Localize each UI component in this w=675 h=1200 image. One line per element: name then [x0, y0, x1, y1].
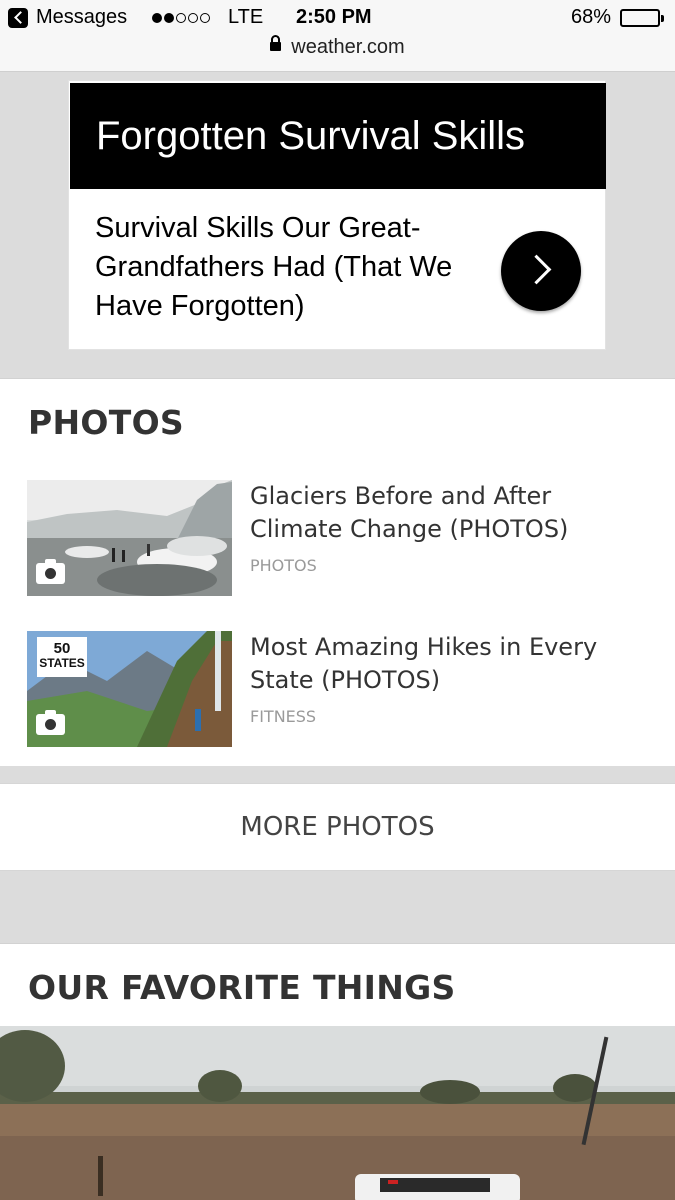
back-arrow-icon[interactable] — [8, 8, 28, 28]
hike-thumbnail[interactable]: 50 STATES — [27, 631, 232, 747]
more-photos-button[interactable]: MORE PHOTOS — [0, 783, 675, 871]
address-bar[interactable]: weather.com — [0, 35, 675, 59]
flood-photo[interactable] — [0, 1026, 675, 1200]
battery-percent: 68% — [571, 6, 612, 28]
states-badge: 50 STATES — [37, 637, 87, 677]
ad-header: Forgotten Survival Skills — [70, 83, 606, 189]
network-type: LTE — [228, 6, 264, 28]
section-title: PHOTOS — [28, 403, 184, 442]
photos-section: PHOTOS Glaciers Before and After Climate… — [0, 378, 675, 766]
chevron-right-icon[interactable] — [501, 231, 581, 311]
item-title[interactable]: Most Amazing Hikes in Every State (PHOTO… — [250, 631, 640, 697]
url-text: weather.com — [291, 36, 405, 58]
ad-body-text: Survival Skills Our Great-Grandfathers H… — [95, 212, 453, 322]
favorites-section: OUR FAVORITE THINGS — [0, 943, 675, 1026]
item-category: PHOTOS — [250, 556, 317, 575]
list-item[interactable]: 50 STATES Most Amazing Hikes in Every St… — [0, 631, 675, 749]
battery-icon — [620, 9, 664, 27]
glacier-thumbnail[interactable] — [27, 480, 232, 596]
clock: 2:50 PM — [296, 6, 372, 28]
item-title[interactable]: Glaciers Before and After Climate Change… — [250, 480, 640, 546]
lock-icon — [270, 35, 282, 51]
camera-icon — [36, 559, 65, 584]
ad-banner[interactable]: Forgotten Survival Skills Survival Skill… — [68, 80, 606, 350]
section-title: OUR FAVORITE THINGS — [28, 968, 456, 1007]
back-to-messages-link[interactable]: Messages — [36, 6, 127, 29]
list-item[interactable]: Glaciers Before and After Climate Change… — [0, 480, 675, 598]
item-category: FITNESS — [250, 707, 317, 726]
camera-icon — [36, 710, 65, 735]
signal-strength-icon — [152, 13, 210, 25]
status-bar: Messages LTE 2:50 PM 68% weather.com — [0, 0, 675, 72]
more-photos-label: MORE PHOTOS — [240, 812, 435, 842]
ad-title: Forgotten Survival Skills — [96, 114, 526, 158]
